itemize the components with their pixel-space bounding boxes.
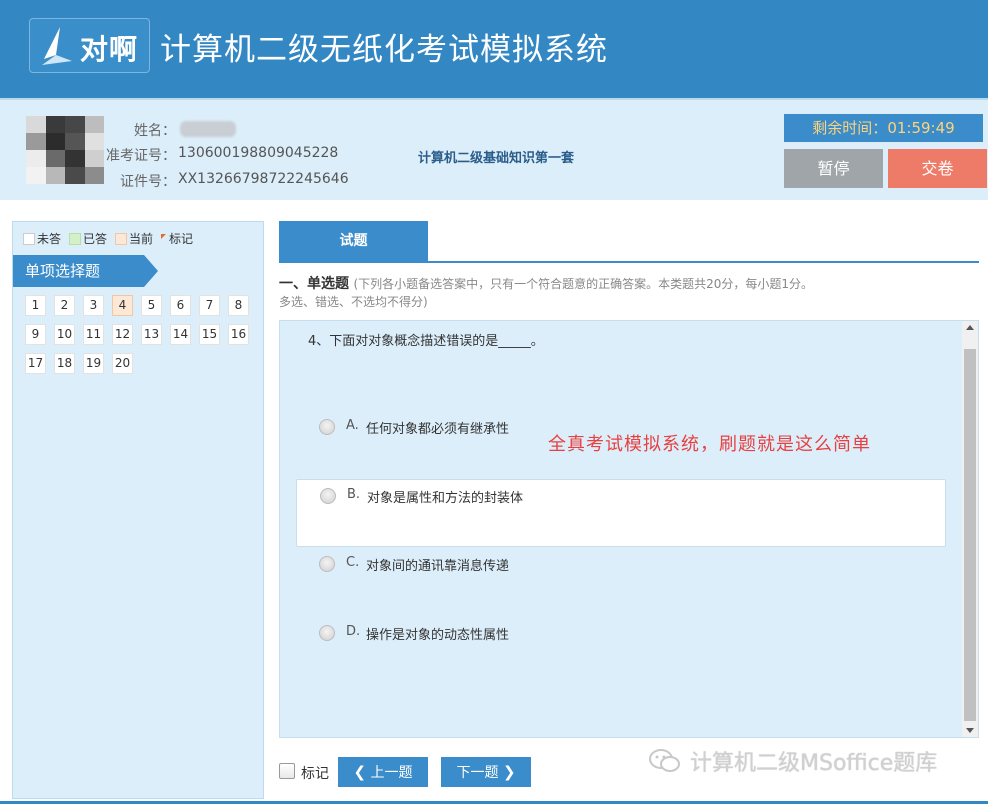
question-nav-panel: 未答 已答 当前 标记 单项选择题 1 2 3 4 5 6 7 8 9 10 11 12 13 14 15 1… (12, 221, 264, 799)
mark-label: 标记 (301, 766, 329, 782)
logo: 对啊 (29, 18, 150, 73)
section-heading: 一、单选题 (下列各小题备选答案中，只有一个符合题意的正确答案。本类题共20分，… (279, 273, 813, 293)
question-scrollbar[interactable] (962, 321, 978, 737)
option-a-radio[interactable] (319, 419, 335, 435)
option-c-radio[interactable] (319, 556, 335, 572)
section-note: (下列各小题备选答案中，只有一个符合题意的正确答案。本类题共20分，每小题1分。 (353, 277, 814, 291)
question-number-item[interactable]: 20 (112, 353, 133, 374)
pause-button[interactable]: 暂停 (784, 149, 883, 188)
admission-number: 130600198809045228 (178, 145, 339, 161)
previous-question-button[interactable]: ❮ 上一题 (338, 757, 428, 787)
scroll-up-arrow-icon[interactable] (966, 325, 974, 330)
section-tab-single-choice[interactable]: 单项选择题 (13, 255, 158, 287)
section-note-continued: 多选、错选、不选均不得分) (279, 295, 428, 309)
scroll-down-arrow-icon[interactable] (966, 728, 974, 733)
question-number-item[interactable]: 19 (83, 353, 104, 374)
question-number-item[interactable]: 1 (25, 295, 46, 316)
option-d-radio[interactable] (319, 625, 335, 641)
app-header: 对啊 计算机二级无纸化考试模拟系统 (0, 0, 988, 98)
legend-current: 当前 (115, 230, 153, 247)
legend-flagged-label: 标记 (169, 232, 194, 246)
unanswered-swatch (23, 232, 35, 245)
mark-checkbox[interactable] (279, 763, 295, 779)
option-d-letter: D. (346, 624, 361, 639)
status-legend: 未答 已答 当前 标记 (23, 230, 201, 247)
option-c[interactable]: C. 对象间的通讯靠消息传递 (296, 548, 946, 616)
question-number-item[interactable]: 9 (25, 324, 46, 345)
timer-label: 剩余时间： (812, 119, 888, 137)
current-swatch (115, 232, 128, 245)
logo-sail-icon (42, 27, 72, 65)
next-label: 下一题 (456, 765, 499, 781)
question-number-item[interactable]: 15 (199, 324, 220, 345)
legend-unanswered: 未答 (23, 230, 61, 247)
submit-exam-button[interactable]: 交卷 (888, 149, 987, 188)
option-b-letter: B. (347, 487, 361, 502)
question-number-item[interactable]: 18 (54, 353, 75, 374)
section-title: 一、单选题 (279, 276, 349, 292)
question-number-item[interactable]: 16 (228, 324, 249, 345)
chevron-left-icon: ❮ (353, 763, 367, 781)
question-text: 4、下面对对象概念描述错误的是_____。 (308, 334, 544, 349)
question-number-item[interactable]: 17 (25, 353, 46, 374)
question-number-item[interactable]: 8 (228, 295, 249, 316)
watermark: 计算机二级MSoffice题库 (648, 745, 937, 777)
flag-icon (161, 234, 167, 239)
legend-unanswered-label: 未答 (37, 232, 62, 246)
name-value-blurred (180, 121, 236, 137)
candidate-info-bar: 姓名： 准考证号： 130600198809045228 证件号： XX1326… (0, 98, 988, 200)
question-number-item[interactable]: 5 (141, 295, 162, 316)
wechat-icon (649, 749, 680, 772)
legend-answered-label: 已答 (83, 232, 108, 246)
question-number-item[interactable]: 6 (170, 295, 191, 316)
answered-swatch (69, 232, 82, 245)
app-title: 计算机二级无纸化考试模拟系统 (160, 32, 608, 68)
avatar (26, 116, 104, 184)
tab-questions[interactable]: 试题 (279, 221, 428, 261)
legend-answered: 已答 (69, 230, 107, 247)
previous-label: 上一题 (370, 765, 413, 781)
question-number-item[interactable]: 11 (83, 324, 104, 345)
id-label: 证件号： (120, 174, 176, 190)
chevron-right-icon: ❯ (502, 763, 516, 781)
id-number: XX13266798722245646 (178, 171, 349, 187)
option-b-text: 对象是属性和方法的封装体 (367, 491, 524, 506)
remaining-timer: 剩余时间：01:59:49 (784, 114, 983, 142)
watermark-text: 计算机二级MSoffice题库 (690, 751, 938, 776)
promo-text: 全真考试模拟系统，刷题就是这么简单 (548, 434, 871, 455)
legend-flagged: 标记 (161, 230, 193, 247)
question-area: 4、下面对对象概念描述错误的是_____。 A. 任何对象都必须有继承性 B. … (279, 320, 979, 738)
name-label: 姓名： (134, 123, 176, 139)
logo-text: 对啊 (80, 33, 139, 66)
question-number-item[interactable]: 2 (54, 295, 75, 316)
next-question-button[interactable]: 下一题 ❯ (441, 757, 531, 787)
legend-current-label: 当前 (129, 232, 154, 246)
option-a-letter: A. (346, 418, 359, 433)
question-number-grid: 1 2 3 4 5 6 7 8 9 10 11 12 13 14 15 16 17 18 19 20 (25, 295, 255, 374)
content-tab-strip: 试题 (279, 221, 979, 263)
question-number-item[interactable]: 13 (141, 324, 162, 345)
option-d[interactable]: D. 操作是对象的动态性属性 (296, 617, 946, 685)
option-b[interactable]: B. 对象是属性和方法的封装体 (296, 479, 946, 547)
timer-value: 01:59:49 (887, 119, 955, 137)
option-b-radio[interactable] (320, 488, 336, 504)
question-number-item[interactable]: 7 (199, 295, 220, 316)
admission-label: 准考证号： (106, 148, 176, 164)
option-c-text: 对象间的通讯靠消息传递 (366, 559, 510, 574)
exam-set-title: 计算机二级基础知识第一套 (418, 151, 575, 166)
option-c-letter: C. (346, 555, 360, 570)
option-a-text: 任何对象都必须有继承性 (366, 422, 510, 437)
question-number-item[interactable]: 4 (112, 295, 133, 316)
scroll-thumb[interactable] (964, 349, 976, 721)
question-number-item[interactable]: 14 (170, 324, 191, 345)
question-number-item[interactable]: 10 (54, 324, 75, 345)
question-number-item[interactable]: 3 (83, 295, 104, 316)
question-number-item[interactable]: 12 (112, 324, 133, 345)
option-d-text: 操作是对象的动态性属性 (366, 628, 510, 643)
